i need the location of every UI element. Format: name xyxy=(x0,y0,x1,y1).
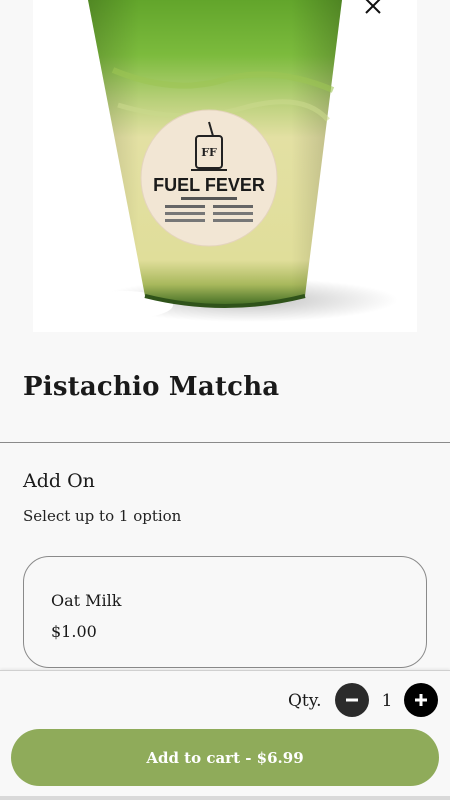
bottom-edge xyxy=(0,796,450,800)
plus-icon xyxy=(415,694,427,706)
bottom-action-bar: Qty. 1 Add to cart - $6.99 xyxy=(0,670,450,800)
svg-text:FF: FF xyxy=(201,146,217,159)
decrease-quantity-button[interactable] xyxy=(335,683,369,717)
quantity-label: Qty. xyxy=(288,691,322,711)
addon-option-price: $1.00 xyxy=(51,622,97,641)
addon-section-title: Add On xyxy=(23,470,95,492)
section-divider xyxy=(0,442,450,443)
close-icon xyxy=(365,0,381,14)
quantity-value: 1 xyxy=(381,691,393,711)
matcha-drink-illustration: FF FUEL FEVER xyxy=(73,0,398,322)
addon-option-name: Oat Milk xyxy=(51,591,122,610)
product-image: FF FUEL FEVER xyxy=(33,0,417,332)
add-to-cart-button[interactable]: Add to cart - $6.99 xyxy=(11,729,439,786)
close-button[interactable] xyxy=(359,0,387,20)
logo-text: FUEL FEVER xyxy=(153,175,265,195)
increase-quantity-button[interactable] xyxy=(404,683,438,717)
product-detail-page: FF FUEL FEVER Pistachio Matcha Add On Se… xyxy=(0,0,450,800)
addon-section-subtitle: Select up to 1 option xyxy=(23,507,182,525)
addon-option-oat-milk[interactable]: Oat Milk $1.00 xyxy=(23,556,427,668)
minus-icon xyxy=(346,698,358,702)
product-title: Pistachio Matcha xyxy=(23,372,280,402)
